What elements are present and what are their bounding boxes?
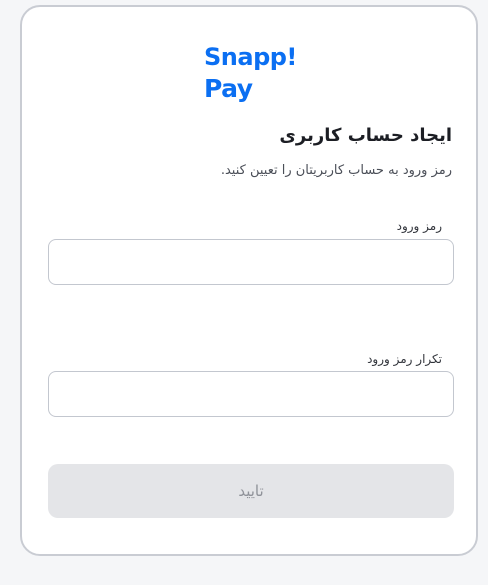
password-input[interactable]: [48, 239, 454, 285]
snapp-pay-logo: Snapp! Pay: [204, 45, 304, 107]
submit-button[interactable]: تایید: [48, 464, 454, 518]
logo-line-1: Snapp!: [204, 43, 297, 71]
password-label: رمز ورود: [396, 219, 442, 233]
confirm-password-label: تکرار رمز ورود: [367, 352, 442, 366]
confirm-password-input[interactable]: [48, 371, 454, 417]
signup-card: Snapp! Pay ایجاد حساب کاربری رمز ورود به…: [20, 5, 478, 556]
page-subtitle: رمز ورود به حساب کاربریتان را تعیین کنید…: [220, 163, 452, 178]
logo-line-2: Pay: [204, 74, 253, 103]
page-title: ایجاد حساب کاربری: [279, 125, 452, 146]
